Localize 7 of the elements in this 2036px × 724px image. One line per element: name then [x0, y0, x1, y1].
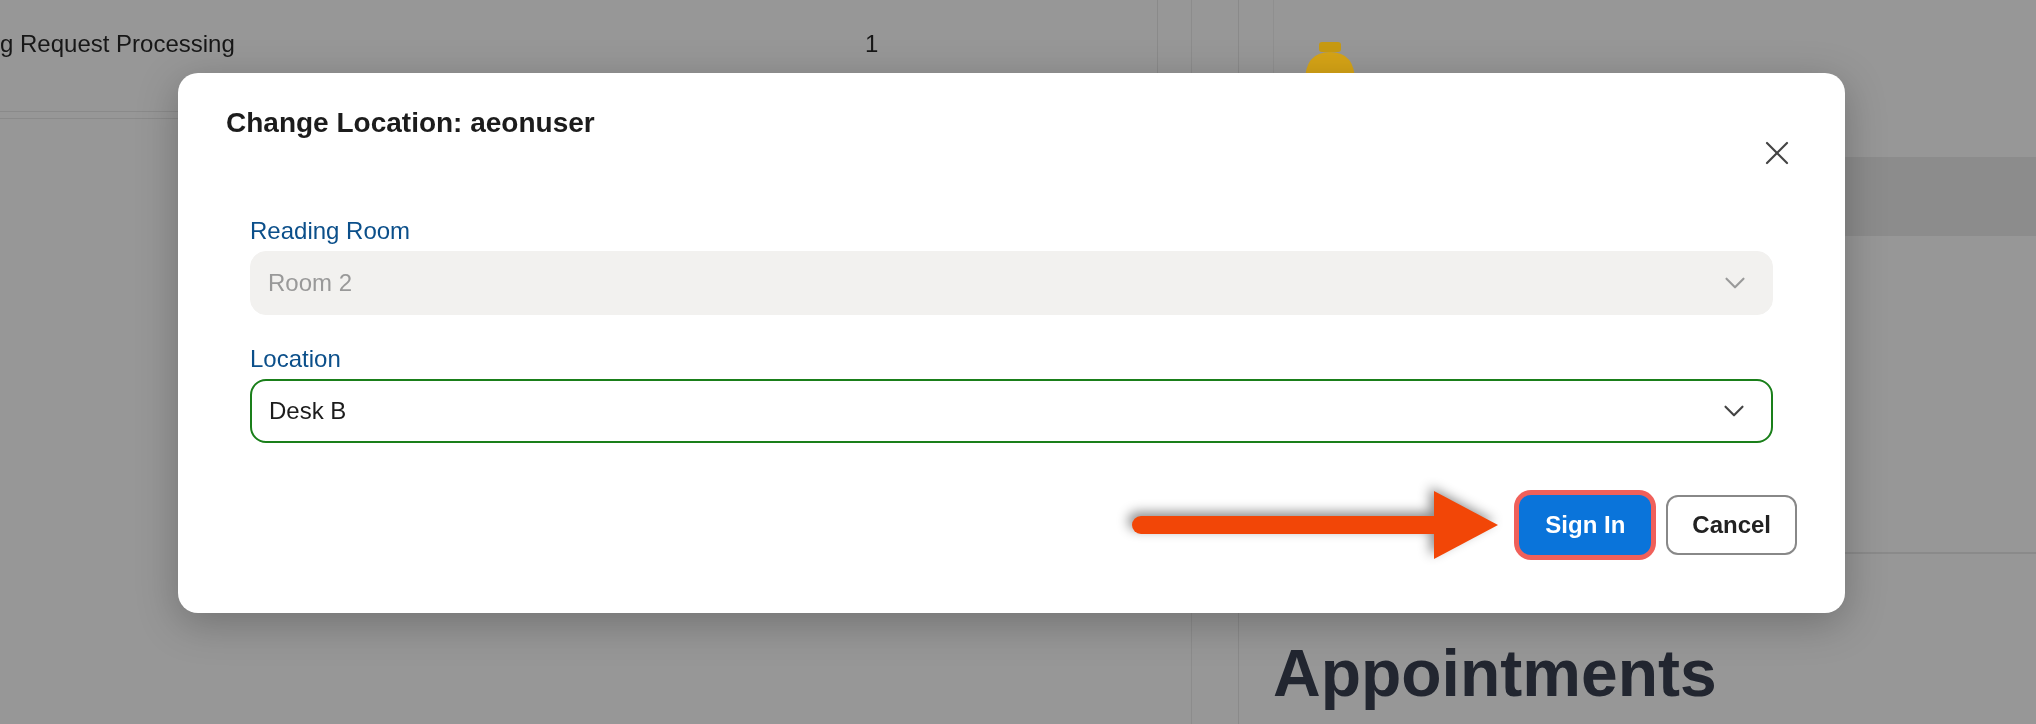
cancel-button[interactable]: Cancel [1666, 495, 1797, 555]
table-cell-text: g Request Processing [0, 30, 236, 58]
select-field[interactable]: Desk B [250, 379, 1773, 443]
dialog-title: Change Location: aeonuser [226, 107, 595, 139]
field-label: Reading Room [250, 217, 412, 245]
field-label: Location [250, 345, 342, 373]
table-cell: 1 [865, 30, 879, 58]
